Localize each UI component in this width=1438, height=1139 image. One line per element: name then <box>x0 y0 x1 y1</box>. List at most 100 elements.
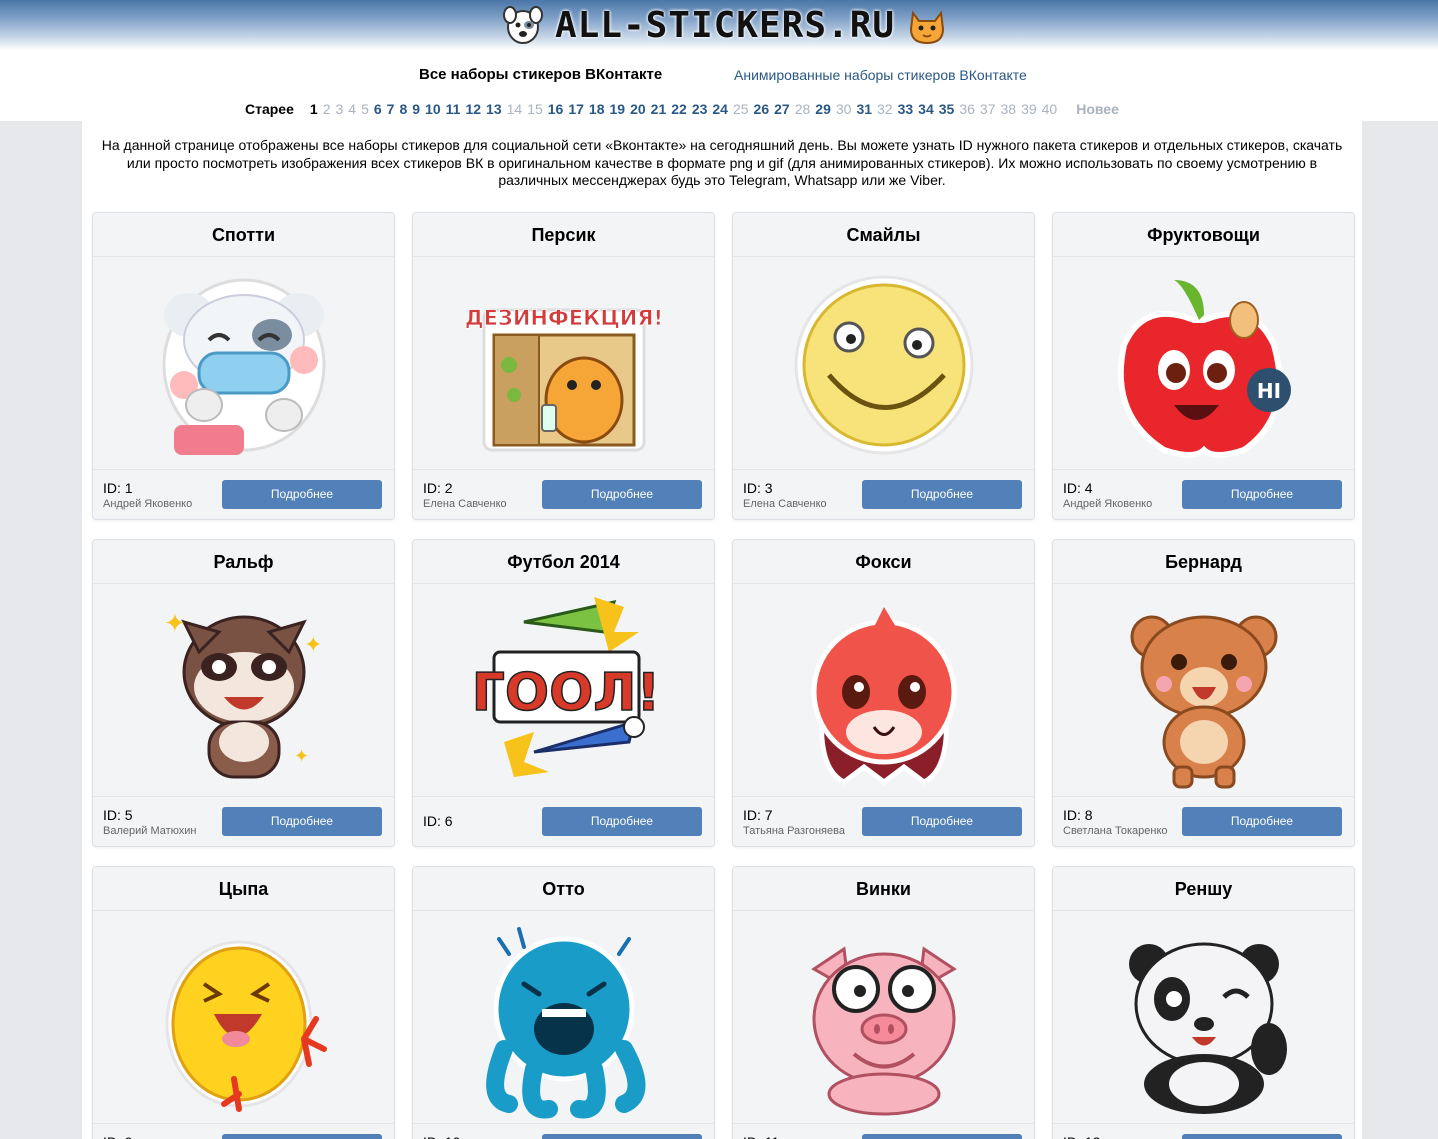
card-author[interactable]: Андрей Яковенко <box>103 498 192 510</box>
sticker-card[interactable]: Фруктовощи HI ID: 4 Андрей Яковенко Подр… <box>1052 212 1355 520</box>
pagination-page[interactable]: 17 <box>568 101 584 117</box>
sticker-card[interactable]: Персик ДЕЗИНФЕКЦИЯ! ID: 2 Елена Савченко… <box>412 212 715 520</box>
sticker-card[interactable]: Спотти ID: 1 Андрей Яковенко Подробнее <box>92 212 395 520</box>
pagination-page[interactable]: 36 <box>959 101 975 117</box>
pagination-page[interactable]: 30 <box>836 101 852 117</box>
card-author[interactable]: Елена Савченко <box>743 498 827 510</box>
site-logo[interactable]: ALL-STICKERS.RU <box>490 2 960 48</box>
pagination-page[interactable]: 35 <box>939 101 955 117</box>
nav-current-section: Все наборы стикеров ВКонтакте <box>419 66 663 83</box>
pagination-page[interactable]: 33 <box>898 101 914 117</box>
goal-sticker-icon: ГООЛ! <box>471 597 660 777</box>
pagination-newer[interactable]: Новее <box>1076 101 1119 117</box>
header: ALL-STICKERS.RU Все наборы стикеров ВКон… <box>0 0 1438 121</box>
pagination-page[interactable]: 38 <box>1000 101 1016 117</box>
pagination-page[interactable]: 19 <box>610 101 626 117</box>
sticker-card[interactable]: Винки ID: 11 Подробнее <box>732 866 1035 1139</box>
card-footer: ID: 7 Татьяна Разгоняева Подробнее <box>733 796 1034 848</box>
sticker-caption: ДЕЗИНФЕКЦИЯ! <box>464 306 662 330</box>
pagination-page[interactable]: 22 <box>671 101 687 117</box>
pagination-page[interactable]: 26 <box>754 101 770 117</box>
card-author[interactable]: Андрей Яковенко <box>1063 498 1152 510</box>
pagination-page[interactable]: 16 <box>548 101 564 117</box>
details-button[interactable]: Подробнее <box>542 1134 702 1139</box>
pagination-page[interactable]: 34 <box>918 101 934 117</box>
details-button[interactable]: Подробнее <box>542 807 702 836</box>
svg-text:✦: ✦ <box>164 609 186 639</box>
details-button[interactable]: Подробнее <box>862 807 1022 836</box>
apple-sticker-icon: HI <box>1117 280 1291 458</box>
pagination-page[interactable]: 18 <box>589 101 605 117</box>
pagination-page[interactable]: 13 <box>486 101 502 117</box>
card-author[interactable]: Светлана Токаренко <box>1063 825 1168 837</box>
pagination-page[interactable]: 20 <box>630 101 646 117</box>
pagination-page[interactable]: 21 <box>651 101 667 117</box>
pagination-page[interactable]: 9 <box>412 101 420 117</box>
card-id: ID: 5 <box>103 807 133 823</box>
sticker-card[interactable]: Ральф ✦ ✦ ✦ ID: 5 Валерий Матюхин Подроб… <box>92 539 395 847</box>
pagination-page[interactable]: 24 <box>712 101 728 117</box>
card-footer: ID: 1 Андрей Яковенко Подробнее <box>93 469 394 521</box>
pagination-page[interactable]: 14 <box>507 101 523 117</box>
details-button[interactable]: Подробнее <box>542 480 702 509</box>
octopus-sticker-icon <box>485 927 645 1119</box>
pagination-page[interactable]: 8 <box>399 101 407 117</box>
card-author[interactable]: Татьяна Разгоняева <box>743 825 845 837</box>
intro-text: На данной странице отображены все наборы… <box>101 137 1343 188</box>
details-button[interactable]: Подробнее <box>862 1134 1022 1139</box>
pagination-page[interactable]: 10 <box>425 101 441 117</box>
pagination-page[interactable]: 5 <box>361 101 369 117</box>
nav-animated-link[interactable]: Анимированные наборы стикеров ВКонтакте <box>734 67 1027 83</box>
pagination-page[interactable]: 39 <box>1021 101 1037 117</box>
pagination-page[interactable]: 32 <box>877 101 893 117</box>
card-author[interactable]: Елена Савченко <box>423 498 507 510</box>
card-title: Фокси <box>733 540 1034 584</box>
card-id: ID: 6 <box>423 813 453 829</box>
details-button[interactable]: Подробнее <box>1182 1134 1342 1139</box>
details-button[interactable]: Подробнее <box>222 807 382 836</box>
main-content: На данной странице отображены все наборы… <box>82 121 1362 1139</box>
pagination-page[interactable]: 15 <box>527 101 543 117</box>
details-button[interactable]: Подробнее <box>222 1134 382 1139</box>
pagination-page[interactable]: 12 <box>465 101 481 117</box>
pagination-page[interactable]: 25 <box>733 101 749 117</box>
pagination-page[interactable]: 29 <box>815 101 831 117</box>
card-author[interactable]: Валерий Матюхин <box>103 825 197 837</box>
pagination-page[interactable]: 31 <box>856 101 872 117</box>
pagination-page[interactable]: 3 <box>335 101 343 117</box>
pagination-page[interactable]: 40 <box>1042 101 1058 117</box>
details-button[interactable]: Подробнее <box>222 480 382 509</box>
card-title: Персик <box>413 213 714 257</box>
svg-text:✦: ✦ <box>294 746 309 767</box>
sticker-card[interactable]: Бернард ID: 8 Светлана Токаренко Подробн… <box>1052 539 1355 847</box>
pagination-page[interactable]: 7 <box>387 101 395 117</box>
pagination-page[interactable]: 27 <box>774 101 790 117</box>
svg-text:✦: ✦ <box>304 633 322 658</box>
bear-sticker-icon <box>1130 615 1277 789</box>
sticker-card[interactable]: Футбол 2014 ГООЛ! ID: 6 Подробнее <box>412 539 715 847</box>
pagination-page[interactable]: 37 <box>980 101 996 117</box>
sticker-card[interactable]: Отто ID: 10 Подробнее <box>412 866 715 1139</box>
sticker-card[interactable]: Фокси ID: 7 Татьяна Разгоняева Подробнее <box>732 539 1035 847</box>
details-button[interactable]: Подробнее <box>1182 480 1342 509</box>
sticker-card[interactable]: Реншу ID: 12 Подробнее <box>1052 866 1355 1139</box>
details-button[interactable]: Подробнее <box>1182 807 1342 836</box>
card-footer: ID: 3 Елена Савченко Подробнее <box>733 469 1034 521</box>
card-id: ID: 9 <box>103 1134 133 1139</box>
card-title: Футбол 2014 <box>413 540 714 584</box>
pagination-page[interactable]: 11 <box>446 101 461 117</box>
pagination-page[interactable]: 2 <box>323 101 331 117</box>
fox-sticker-icon <box>811 607 956 786</box>
card-title: Отто <box>413 867 714 911</box>
pagination-page[interactable]: 28 <box>795 101 811 117</box>
card-title: Спотти <box>93 213 394 257</box>
sticker-card[interactable]: Цыпа ID: 9 Подробнее <box>92 866 395 1139</box>
details-button[interactable]: Подробнее <box>862 480 1022 509</box>
pagination-page[interactable]: 4 <box>348 101 356 117</box>
pagination-page[interactable]: 6 <box>374 101 382 117</box>
card-footer: ID: 8 Светлана Токаренко Подробнее <box>1053 796 1354 848</box>
card-footer: ID: 4 Андрей Яковенко Подробнее <box>1053 469 1354 521</box>
sticker-card[interactable]: Смайлы ID: 3 Елена Савченко Подробнее <box>732 212 1035 520</box>
pagination-older[interactable]: Старее <box>245 101 294 117</box>
pagination-page[interactable]: 23 <box>692 101 708 117</box>
